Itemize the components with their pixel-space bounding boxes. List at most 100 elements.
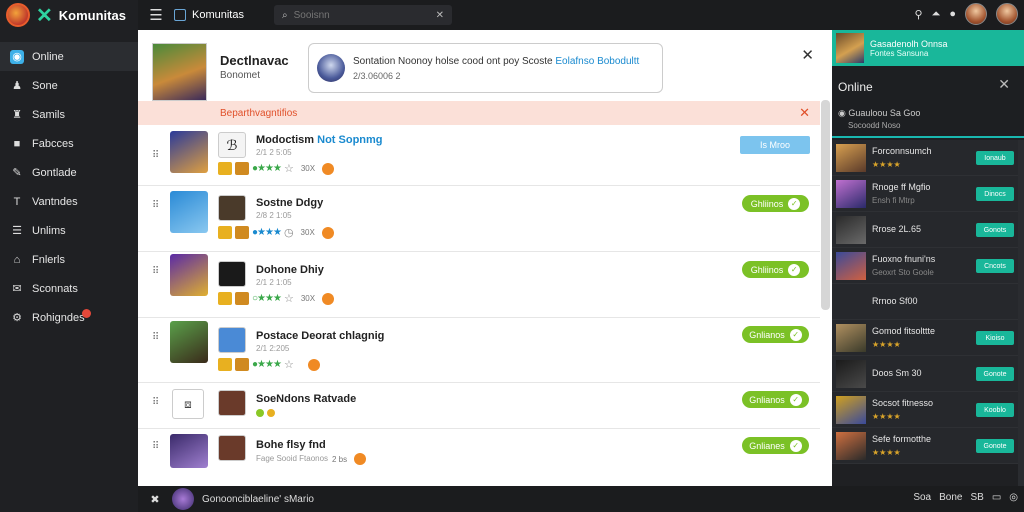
sidebar-item-fnlerls[interactable]: ⌂ Fnlerls xyxy=(0,245,138,274)
drag-handle-icon[interactable]: ⠿ xyxy=(152,150,159,161)
app-switcher[interactable]: Komunitas xyxy=(174,9,274,21)
close-icon[interactable]: ✕ xyxy=(801,46,814,64)
badge-icon xyxy=(218,226,232,239)
star-outline-icon[interactable]: ☆ xyxy=(284,162,294,175)
brand-x-icon: ✕ xyxy=(36,4,53,27)
sidebar-item-vantndes[interactable]: T Vantndes xyxy=(0,187,138,216)
list-item[interactable]: Doos Sm 30 Gonote xyxy=(832,356,1018,392)
coin-icon xyxy=(354,453,367,465)
banner-title: Gasadenolh Onnsa xyxy=(870,38,948,49)
notification-card[interactable]: Sontation Noonoy holse cood ont poy Scos… xyxy=(308,43,663,93)
list-item[interactable]: ⠿ Dohone Dhiy 2/1 2 1:05 ○★★★ ☆ 30X Ghli… xyxy=(138,252,820,318)
user-action-button[interactable]: Gonote xyxy=(976,439,1014,453)
item-icon xyxy=(218,327,246,353)
panel-title: Online xyxy=(838,80,873,94)
link-icon[interactable]: ⚲ xyxy=(914,8,922,21)
avatar-secondary[interactable] xyxy=(996,3,1018,25)
user-action-button[interactable]: Dinocs xyxy=(976,187,1014,201)
drag-handle-icon[interactable]: ⠿ xyxy=(152,200,159,211)
user-action-button[interactable]: Ionaub xyxy=(976,151,1014,165)
list-item[interactable]: Gomod fitsolttte ★★★★ Kioiso xyxy=(832,320,1018,356)
bottom-label-3[interactable]: SB xyxy=(970,492,983,503)
online-button[interactable]: Ghliinos ✓ xyxy=(742,261,809,278)
item-stats xyxy=(256,409,275,417)
bell-icon[interactable]: ⏶ xyxy=(932,8,941,21)
status-dot-icon xyxy=(267,409,275,417)
list-item[interactable]: ⠿ ⧈ SoeNdons Ratvade Gnlianos ✓ xyxy=(138,383,820,429)
user-action-button[interactable]: Kioiso xyxy=(976,331,1014,345)
user-action-button[interactable]: Cncots xyxy=(976,259,1014,273)
drag-handle-icon[interactable]: ⠿ xyxy=(152,266,159,277)
bottom-bar: ✖ Gonoonciblaeline' sMario Soa Bone SB ▭… xyxy=(138,486,1024,512)
rating-stars: ○★★★ xyxy=(252,293,282,304)
list-item[interactable]: Rrose 2L.65 Gonots xyxy=(832,212,1018,248)
user-action-button[interactable]: Gonots xyxy=(976,223,1014,237)
drag-handle-icon[interactable]: ⠿ xyxy=(152,397,159,408)
sidebar-item-sconnats[interactable]: ✉ Sconnats xyxy=(0,274,138,303)
panel-banner[interactable]: Gasadenolh Onnsa Fontes Sansuna xyxy=(832,30,1024,66)
list-item[interactable]: Fuoxno fnuni'ns Geoxrt Sto Goole Cncots xyxy=(832,248,1018,284)
star-outline-icon[interactable]: ☆ xyxy=(284,292,294,305)
window-icon[interactable]: ▭ xyxy=(992,492,1001,503)
online-button[interactable]: Gnlianos ✓ xyxy=(742,391,809,408)
list-item[interactable]: ⠿ ℬ Modoctism Not Sopnmg 2/1 2 5:05 ●★★★… xyxy=(138,125,820,186)
sidebar-item-rohigndes[interactable]: ⚙ Rohigndes xyxy=(0,303,138,332)
panel-scrollbar[interactable] xyxy=(1018,140,1024,486)
group-cover-image[interactable] xyxy=(152,43,207,101)
item-title[interactable]: Modoctism Not Sopnmg xyxy=(256,134,383,146)
status-dot-icon xyxy=(256,409,264,417)
badge-icon xyxy=(235,226,249,239)
brand[interactable]: ✕ Komunitas xyxy=(0,0,138,30)
avatar[interactable] xyxy=(172,488,194,510)
item-title[interactable]: Bohe flsy fnd xyxy=(256,439,326,451)
list-item[interactable]: Socsot fitnesso ★★★★ Kooblo xyxy=(832,392,1018,428)
item-title[interactable]: Dohone Dhiy xyxy=(256,264,324,276)
chat-icon[interactable]: ◎ xyxy=(1009,492,1018,503)
main-scrollbar[interactable] xyxy=(821,100,830,310)
avatar[interactable] xyxy=(965,3,987,25)
item-title-link[interactable]: Not Sopnmg xyxy=(317,134,382,146)
drag-handle-icon[interactable]: ⠿ xyxy=(152,441,159,452)
search-box[interactable]: ⌕ ✕ xyxy=(274,5,452,25)
star-outline-icon[interactable]: ☆ xyxy=(284,358,294,371)
sidebar-item-online[interactable]: ◉ Online xyxy=(0,42,138,71)
search-input[interactable] xyxy=(293,9,430,21)
avatar xyxy=(317,54,345,82)
notification-link[interactable]: Eolafnso Bobodultt xyxy=(555,56,639,67)
online-button[interactable]: Ghliinos ✓ xyxy=(742,195,809,212)
user-action-button[interactable]: Gonote xyxy=(976,367,1014,381)
sidebar-item-fabcces[interactable]: ■ Fabcces xyxy=(0,129,138,158)
info-icon[interactable]: ● xyxy=(949,8,956,20)
close-panel-icon[interactable]: ✕ xyxy=(998,76,1010,93)
badge-icon xyxy=(218,162,232,175)
close-alert-icon[interactable]: ✕ xyxy=(799,105,810,121)
online-button[interactable]: Gnlianos ✓ xyxy=(742,326,809,343)
item-title[interactable]: Postace Deorat chlagnig xyxy=(256,330,384,342)
sidebar-item-unlims[interactable]: ☰ Unlims xyxy=(0,216,138,245)
user-action-button[interactable]: Kooblo xyxy=(976,403,1014,417)
list-item[interactable]: ⠿ Postace Deorat chlagnig 2/1 2:205 ●★★★… xyxy=(138,318,820,383)
list-item[interactable]: Sefe formotthe ★★★★ Gonote xyxy=(832,428,1018,464)
sidebar-item-samils[interactable]: ♜ Samils xyxy=(0,100,138,129)
clear-search-icon[interactable]: ✕ xyxy=(436,10,444,21)
search-icon: ⌕ xyxy=(282,9,288,21)
rating-stars: ●★★★ xyxy=(252,163,282,174)
item-meta: Fage Sooid Ftaonos xyxy=(256,454,329,463)
sidebar-item-gontlade[interactable]: ✎ Gontlade xyxy=(0,158,138,187)
list-item[interactable]: Rnoge ff Mgfio Ensh fi Mtrp Dinocs xyxy=(832,176,1018,212)
bottom-label-2[interactable]: Bone xyxy=(939,492,962,503)
list-item[interactable]: ⠿ Bohe flsy fnd Fage Sooid Ftaonos 2 bs … xyxy=(138,429,820,475)
sidebar-item-sone[interactable]: ♟ Sone xyxy=(0,71,138,100)
item-icon xyxy=(218,261,246,287)
list-item[interactable]: Rrnoo Sf00 xyxy=(832,284,1018,320)
drag-handle-icon[interactable]: ⠿ xyxy=(152,332,159,343)
list-item[interactable]: Forconnsumch ★★★★ Ionaub xyxy=(832,140,1018,176)
list-item[interactable]: ⠿ Sostne Ddgy 2/8 2 1:05 ●★★★ ◷ 30X Ghli… xyxy=(138,186,820,252)
menu-icon[interactable]: ☰ xyxy=(138,6,174,24)
collapse-icon[interactable]: ✖ xyxy=(138,493,172,506)
action-button[interactable]: Is Mroo xyxy=(740,136,810,154)
item-title[interactable]: Sostne Ddgy xyxy=(256,197,323,209)
online-button[interactable]: Gnlianes ✓ xyxy=(742,437,809,454)
bottom-label-1[interactable]: Soa xyxy=(913,492,931,503)
item-title[interactable]: SoeNdons Ratvade xyxy=(256,393,356,405)
